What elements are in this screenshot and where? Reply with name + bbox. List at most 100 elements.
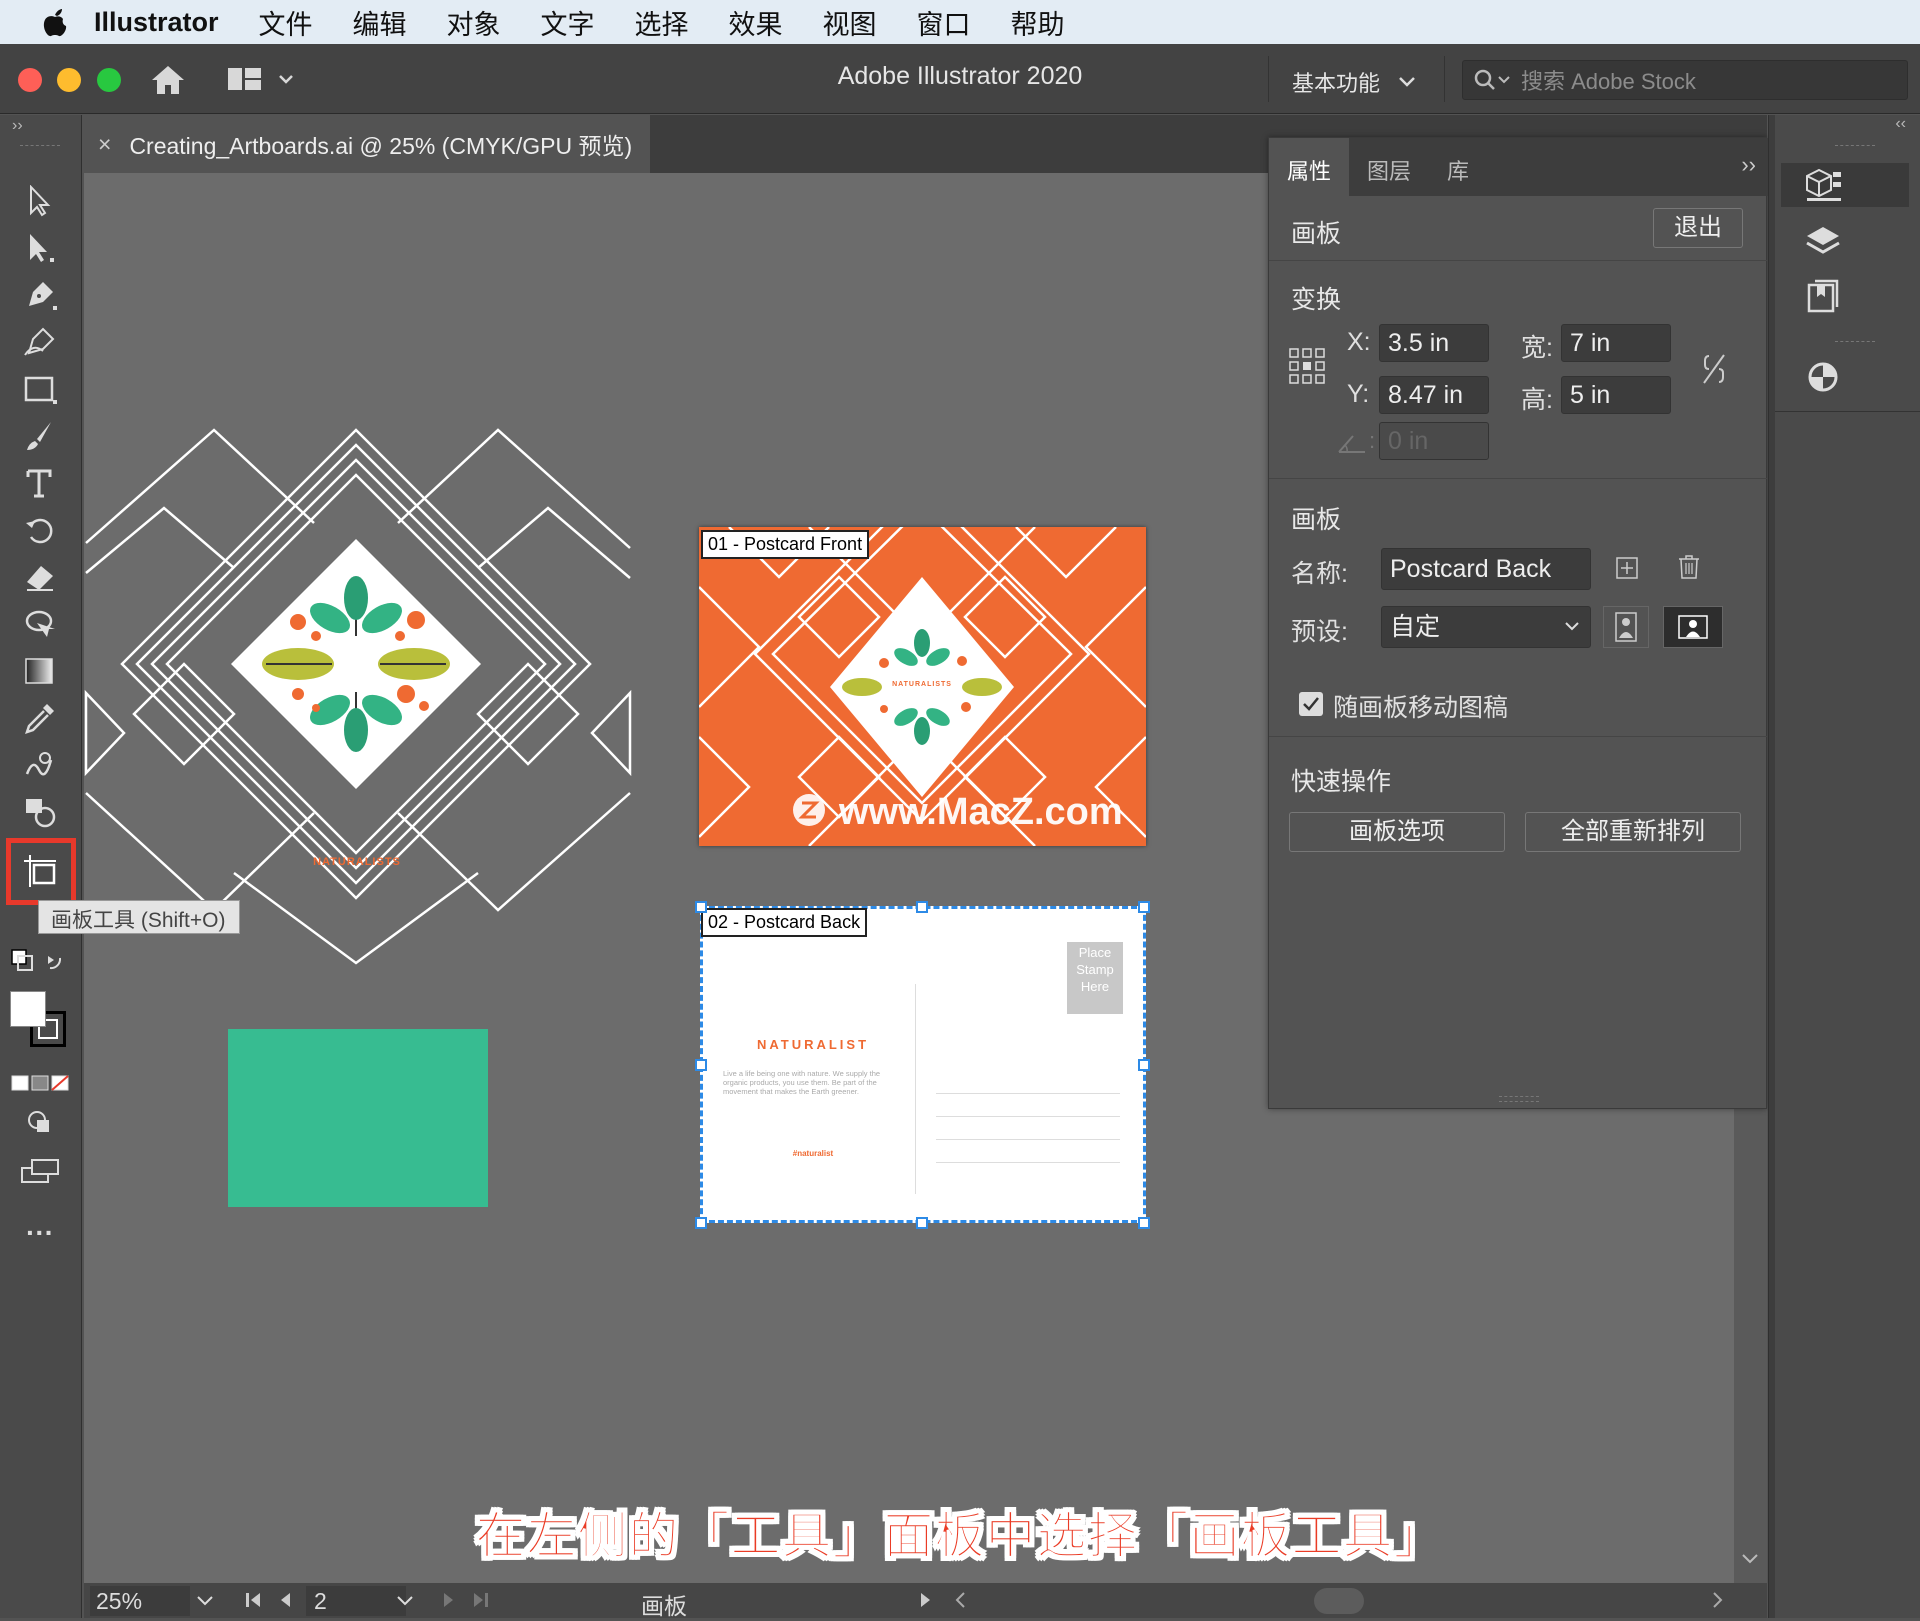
menu-select[interactable]: 选择 [635, 3, 689, 42]
menu-app-name[interactable]: Illustrator [94, 7, 219, 38]
selection-handle[interactable] [916, 901, 928, 913]
home-icon[interactable] [150, 64, 186, 96]
constrain-proportions-icon[interactable] [1701, 352, 1727, 386]
panel-resize-grip[interactable] [1499, 1096, 1539, 1102]
status-menu-icon[interactable] [919, 1591, 933, 1609]
menu-object[interactable]: 对象 [447, 3, 501, 42]
zoom-dropdown-icon[interactable] [196, 1595, 214, 1607]
adobe-stock-search[interactable]: 搜索 Adobe Stock [1462, 60, 1908, 100]
close-tab-icon[interactable]: × [98, 131, 111, 158]
gradient-tool-icon[interactable] [20, 653, 60, 689]
previous-artboard-icon[interactable] [278, 1591, 292, 1609]
selection-tool-icon[interactable] [20, 183, 60, 219]
portrait-button[interactable] [1603, 606, 1649, 648]
menu-type[interactable]: 文字 [541, 3, 595, 42]
next-artboard-icon[interactable] [442, 1591, 456, 1609]
delete-artboard-icon[interactable] [1677, 554, 1701, 580]
y-label: Y: [1347, 380, 1370, 408]
move-art-checkbox[interactable] [1299, 692, 1323, 716]
rectangle-tool-icon[interactable] [20, 371, 60, 407]
close-window-button[interactable] [18, 68, 42, 92]
artboard-section-title: 画板 [1291, 506, 1342, 534]
preset-select[interactable]: 自定 [1381, 606, 1591, 648]
edit-toolbar-icon[interactable]: ··· [20, 1215, 60, 1251]
libraries-panel-icon[interactable] [1805, 279, 1841, 315]
artboard-label-back[interactable]: 02 - Postcard Back [701, 908, 868, 937]
color-mode-icons[interactable] [10, 1065, 70, 1101]
exit-button[interactable]: 退出 [1653, 208, 1743, 248]
landscape-button[interactable] [1663, 606, 1723, 648]
artboard-tool-icon[interactable] [20, 853, 60, 889]
toolbar-grip[interactable] [20, 145, 60, 149]
selection-handle[interactable] [1138, 901, 1150, 913]
collapse-toolbar-icon[interactable]: ›› [12, 117, 23, 135]
artboard-number-field[interactable]: 2 [306, 1586, 406, 1616]
minimize-window-button[interactable] [57, 68, 81, 92]
curvature-tool-icon[interactable] [20, 324, 60, 360]
selection-handle[interactable] [916, 1217, 928, 1229]
horizontal-scrollbar-thumb[interactable] [1314, 1588, 1364, 1614]
selection-handle[interactable] [1138, 1059, 1150, 1071]
artboard-name-field[interactable]: Postcard Back [1381, 548, 1591, 590]
direct-selection-tool-icon[interactable] [20, 230, 60, 266]
zoom-field[interactable]: 25% [90, 1586, 190, 1616]
reference-point-icon[interactable] [1289, 348, 1325, 384]
blend-tool-icon[interactable] [20, 747, 60, 783]
arrange-documents-icon[interactable] [228, 66, 298, 94]
menu-file[interactable]: 文件 [259, 3, 313, 42]
tab-properties[interactable]: 属性 [1269, 138, 1350, 196]
menu-view[interactable]: 视图 [823, 3, 877, 42]
zoom-window-button[interactable] [97, 68, 121, 92]
pen-tool-icon[interactable] [20, 277, 60, 313]
swap-fill-stroke-icon[interactable] [8, 943, 68, 979]
menu-effect[interactable]: 效果 [729, 3, 783, 42]
width-field[interactable]: 7 in [1561, 324, 1671, 362]
artboard-dropdown-icon[interactable] [396, 1595, 414, 1607]
menu-edit[interactable]: 编辑 [353, 3, 407, 42]
artboard-label-front[interactable]: 01 - Postcard Front [701, 530, 870, 559]
layers-panel-icon[interactable] [1803, 225, 1843, 261]
selection-handle[interactable] [695, 1217, 707, 1229]
selection-handle[interactable] [695, 1059, 707, 1071]
tab-layers[interactable]: 图层 [1349, 138, 1429, 196]
menu-window[interactable]: 窗口 [917, 3, 971, 42]
type-tool-icon[interactable] [20, 465, 60, 501]
artboard-options-button[interactable]: 画板选项 [1289, 812, 1505, 852]
height-field[interactable]: 5 in [1561, 376, 1671, 414]
paintbrush-tool-icon[interactable] [20, 418, 60, 454]
panel-menu-icon[interactable]: ›› [1741, 152, 1756, 178]
rearrange-all-button[interactable]: 全部重新排列 [1525, 812, 1741, 852]
preset-label: 预设: [1291, 618, 1348, 646]
move-art-label[interactable]: 随画板移动图稿 [1333, 688, 1508, 724]
artboard-postcard-back[interactable]: Place Stamp Here NATURALIST Live a life … [700, 906, 1146, 1223]
tab-libraries[interactable]: 库 [1429, 138, 1487, 196]
dock-grip[interactable] [1835, 145, 1875, 149]
dock-grip-2[interactable] [1835, 341, 1875, 345]
properties-panel-icon[interactable] [1781, 163, 1909, 207]
status-mode-label[interactable]: 画板 [504, 1587, 824, 1621]
collapse-dock-icon[interactable]: ‹‹ [1895, 115, 1906, 133]
screen-mode-icon[interactable] [20, 1153, 60, 1189]
selection-handle[interactable] [1138, 1217, 1150, 1229]
fill-stroke-swatches[interactable] [10, 991, 70, 1051]
shape-builder-tool-icon[interactable] [20, 794, 60, 830]
scroll-right-icon[interactable] [1712, 1591, 1724, 1609]
eraser-tool-icon[interactable] [20, 559, 60, 595]
artboard-postcard-front[interactable]: NATURALISTS www.MacZ.com [699, 527, 1146, 846]
apple-logo-icon[interactable] [42, 7, 68, 37]
menu-help[interactable]: 帮助 [1011, 3, 1065, 42]
scroll-left-icon[interactable] [954, 1591, 966, 1609]
last-artboard-icon[interactable] [470, 1591, 490, 1609]
first-artboard-icon[interactable] [244, 1591, 264, 1609]
eyedropper-tool-icon[interactable] [20, 700, 60, 736]
draw-mode-icon[interactable] [20, 1105, 60, 1141]
recolor-panel-icon[interactable] [1803, 357, 1843, 397]
workspace-switcher[interactable]: 基本功能 [1292, 66, 1416, 98]
x-field[interactable]: 3.5 in [1379, 324, 1489, 362]
new-artboard-icon[interactable] [1615, 556, 1639, 580]
free-transform-tool-icon[interactable] [20, 606, 60, 642]
y-field[interactable]: 8.47 in [1379, 376, 1489, 414]
selection-handle[interactable] [695, 901, 707, 913]
document-tab[interactable]: × Creating_Artboards.ai @ 25% (CMYK/GPU … [84, 115, 650, 173]
rotate-tool-icon[interactable] [20, 512, 60, 548]
